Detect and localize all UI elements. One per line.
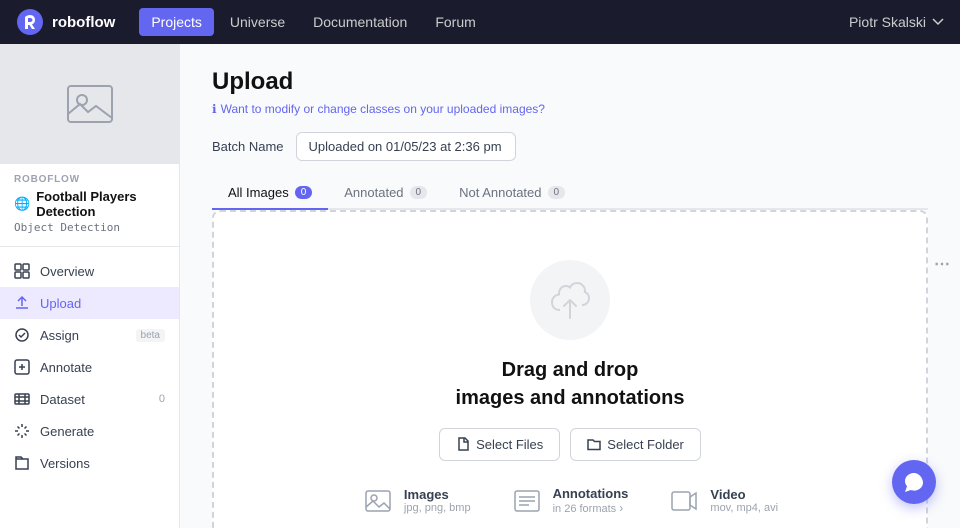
images-type-name: Images: [404, 487, 471, 502]
tab-annotated[interactable]: Annotated 0: [328, 177, 443, 210]
sidebar-generate-label: Generate: [40, 424, 165, 439]
annotate-icon: [14, 359, 30, 375]
chat-icon: [903, 471, 925, 493]
chevron-down-icon: [932, 16, 944, 28]
sidebar-versions-label: Versions: [40, 456, 165, 471]
project-thumb-icon: [64, 78, 116, 130]
image-tabs: All Images 0 Annotated 0 Not Annotated 0: [212, 177, 928, 210]
project-thumbnail: [0, 44, 179, 164]
annotation-type-icon: [511, 485, 543, 517]
tab-all-images[interactable]: All Images 0: [212, 177, 328, 210]
versions-icon: [14, 455, 30, 471]
sidebar-assign-label: Assign: [40, 328, 126, 343]
sidebar-item-generate[interactable]: Generate: [0, 415, 179, 447]
topnav-universe[interactable]: Universe: [218, 8, 297, 36]
sidebar-annotate-label: Annotate: [40, 360, 165, 375]
batch-row: Batch Name: [212, 132, 928, 161]
sidebar: ROBOFLOW 🌐 Football Players Detection ⋯ …: [0, 44, 180, 528]
file-icon: [456, 437, 470, 451]
sidebar-item-dataset[interactable]: Dataset 0: [0, 383, 179, 415]
cloud-upload-icon: [550, 280, 590, 320]
brand-label: ROBOFLOW: [14, 174, 165, 185]
sidebar-item-versions[interactable]: Versions: [0, 447, 179, 479]
annotations-arrow-icon: ›: [619, 501, 623, 515]
select-folder-button[interactable]: Select Folder: [570, 428, 701, 461]
video-type-name: Video: [710, 487, 778, 502]
topnav: roboflow Projects Universe Documentation…: [0, 0, 960, 44]
page-title: Upload: [212, 68, 928, 96]
annotated-count: 0: [410, 186, 428, 199]
dataset-count: 0: [159, 393, 165, 405]
type-annotations: Annotations in 26 formats ›: [511, 485, 629, 517]
folder-icon: [587, 437, 601, 451]
video-type-icon: [668, 485, 700, 517]
dropzone-types: Images jpg, png, bmp Annotations: [362, 485, 778, 517]
video-icon: [670, 487, 698, 515]
dropzone-buttons: Select Files Select Folder: [439, 428, 701, 461]
layout: ROBOFLOW 🌐 Football Players Detection ⋯ …: [0, 44, 960, 528]
sidebar-item-overview[interactable]: Overview: [0, 255, 179, 287]
type-video: Video mov, mp4, avi: [668, 485, 778, 517]
all-images-count: 0: [295, 186, 313, 199]
page-subtitle: ℹ Want to modify or change classes on yo…: [212, 102, 928, 116]
upload-dropzone[interactable]: Drag and drop images and annotations Sel…: [212, 210, 928, 528]
batch-label: Batch Name: [212, 139, 284, 154]
globe-icon: 🌐: [14, 196, 30, 212]
assign-beta-badge: beta: [136, 329, 165, 342]
sidebar-overview-label: Overview: [40, 264, 165, 279]
sidebar-item-upload[interactable]: Upload: [0, 287, 179, 319]
grid-icon: [14, 263, 30, 279]
user-name: Piotr Skalski: [849, 14, 926, 30]
sidebar-menu: Overview Upload Assign beta: [0, 255, 179, 487]
project-type: Object Detection: [14, 221, 165, 234]
annotation-icon: [513, 487, 541, 515]
topnav-documentation[interactable]: Documentation: [301, 8, 419, 36]
dataset-icon: [14, 391, 30, 407]
images-type-sub: jpg, png, bmp: [404, 502, 471, 514]
select-files-button[interactable]: Select Files: [439, 428, 560, 461]
info-icon: ℹ: [212, 102, 217, 116]
annotations-type-sub: in 26 formats ›: [553, 501, 629, 515]
logo[interactable]: roboflow: [16, 8, 115, 36]
annotations-type-name: Annotations: [553, 486, 629, 501]
chat-button[interactable]: [892, 460, 936, 504]
image-type-icon: [362, 485, 394, 517]
video-type-sub: mov, mp4, avi: [710, 502, 778, 514]
sidebar-item-assign[interactable]: Assign beta: [0, 319, 179, 351]
assign-icon: [14, 327, 30, 343]
topnav-links: Projects Universe Documentation Forum: [139, 8, 825, 36]
topnav-forum[interactable]: Forum: [423, 8, 487, 36]
project-name: 🌐 Football Players Detection ⋯: [14, 189, 165, 219]
batch-input[interactable]: [296, 132, 516, 161]
dropzone-title: Drag and drop images and annotations: [456, 356, 685, 412]
sidebar-dataset-label: Dataset: [40, 392, 149, 407]
dropzone-cloud-icon: [530, 260, 610, 340]
sidebar-divider: [0, 246, 179, 247]
not-annotated-count: 0: [548, 186, 566, 199]
generate-icon: [14, 423, 30, 439]
sidebar-item-annotate[interactable]: Annotate: [0, 351, 179, 383]
upload-icon: [14, 295, 30, 311]
topnav-projects[interactable]: Projects: [139, 8, 214, 36]
logo-text: roboflow: [52, 14, 115, 31]
sidebar-upload-label: Upload: [40, 296, 165, 311]
roboflow-logo-icon: [16, 8, 44, 36]
tab-not-annotated[interactable]: Not Annotated 0: [443, 177, 581, 210]
user-menu[interactable]: Piotr Skalski: [849, 14, 944, 30]
project-info: ROBOFLOW 🌐 Football Players Detection ⋯ …: [0, 164, 179, 238]
main-content: Upload ℹ Want to modify or change classe…: [180, 44, 960, 528]
type-images: Images jpg, png, bmp: [362, 485, 471, 517]
image-icon: [364, 487, 392, 515]
